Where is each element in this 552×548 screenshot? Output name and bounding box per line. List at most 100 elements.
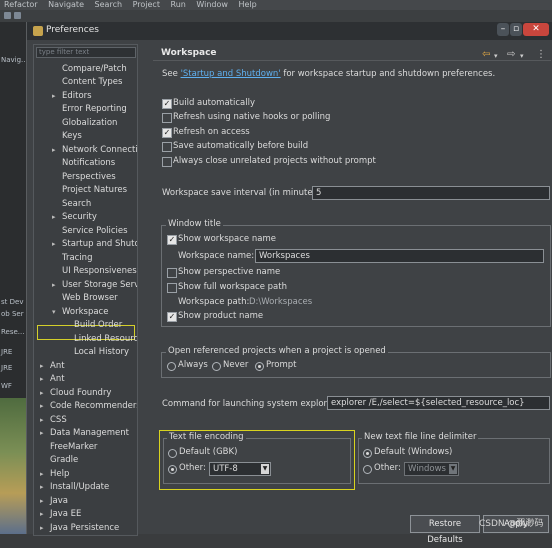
save-interval-label: Workspace save interval (in minutes):	[162, 188, 324, 198]
tree-item[interactable]: Data Management	[50, 427, 129, 440]
tree-item[interactable]: Cloud Foundry	[50, 387, 111, 400]
tree-item[interactable]: Keys	[62, 130, 82, 143]
tree-item[interactable]: Workspace	[62, 306, 108, 319]
tree-item[interactable]: UI Responsiveness	[62, 265, 137, 278]
workspace-name-input[interactable]: Workspaces	[255, 249, 544, 263]
tree-item[interactable]: Editors	[62, 90, 92, 103]
build-automatically-checkbox[interactable]: ✓	[162, 99, 172, 109]
expand-arrow-icon[interactable]: ▸	[40, 497, 44, 505]
expand-arrow-icon[interactable]: ▸	[52, 240, 56, 248]
expand-arrow-icon[interactable]: ▸	[40, 402, 44, 410]
menu-help[interactable]: Help	[238, 0, 256, 9]
expand-arrow-icon[interactable]: ▸	[40, 416, 44, 424]
preferences-dialog: Preferences – ▫ ✕ type filter text Compa…	[26, 22, 552, 545]
tree-item[interactable]: Java EE	[50, 508, 81, 521]
expand-arrow-icon[interactable]: ▸	[40, 470, 44, 478]
tree-item[interactable]: Security	[62, 211, 97, 224]
tree-item[interactable]: Java Persistence	[50, 522, 119, 535]
tree-item[interactable]: Build Order	[74, 319, 122, 332]
tree-item[interactable]: Service Policies	[62, 225, 128, 238]
back-menu-icon[interactable]: ▾	[494, 52, 498, 60]
watermark: CSDN @飘渺码	[479, 519, 544, 529]
show-full-path-checkbox[interactable]	[167, 283, 177, 293]
show-workspace-name-checkbox[interactable]: ✓	[167, 235, 177, 245]
encoding-group	[163, 438, 351, 484]
tree-item[interactable]: Install/Update	[50, 481, 109, 494]
forward-icon[interactable]: ⇨	[507, 49, 515, 60]
close-unrelated-checkbox[interactable]	[162, 157, 172, 167]
tree-item[interactable]: Search	[62, 198, 91, 211]
open-projects-legend: Open referenced projects when a project …	[166, 346, 388, 356]
encoding-select[interactable]: UTF-8 ▼	[209, 462, 271, 476]
tree-item[interactable]: Network Connectio	[62, 144, 137, 157]
tree-item[interactable]: Java	[50, 495, 68, 508]
toolbar-icon[interactable]	[14, 12, 21, 19]
tree-item[interactable]: Help	[50, 468, 69, 481]
save-before-build-checkbox[interactable]	[162, 142, 172, 152]
delimiter-select[interactable]: Windows ▼	[404, 462, 459, 476]
expand-arrow-icon[interactable]: ▸	[40, 362, 44, 370]
expand-arrow-icon[interactable]: ▸	[40, 429, 44, 437]
startup-link[interactable]: 'Startup and Shutdown'	[181, 69, 281, 79]
expand-arrow-icon[interactable]: ▸	[40, 389, 44, 397]
tree-item[interactable]: Ant	[50, 373, 65, 386]
tree-item[interactable]: Linked Resource	[74, 333, 137, 346]
other-delimiter-radio[interactable]	[363, 465, 372, 474]
menu-run[interactable]: Run	[171, 0, 186, 9]
menu-refactor[interactable]: Refactor	[4, 0, 38, 9]
refresh-native-checkbox[interactable]	[162, 113, 172, 123]
show-perspective-checkbox[interactable]	[167, 268, 177, 278]
tree-item[interactable]: Startup and Shutdo	[62, 238, 137, 251]
toolbar-icon[interactable]	[4, 12, 11, 19]
note-suffix: for workspace startup and shutdown prefe…	[280, 69, 496, 79]
menu-window[interactable]: Window	[196, 0, 228, 9]
expand-arrow-icon[interactable]: ▸	[52, 213, 56, 221]
menu-navigate[interactable]: Navigate	[48, 0, 84, 9]
show-product-name-checkbox[interactable]: ✓	[167, 312, 177, 322]
tree-item[interactable]: Compare/Patch	[62, 63, 127, 76]
tree-item[interactable]: Project Natures	[62, 184, 127, 197]
tree-item[interactable]: Tracing	[62, 252, 92, 265]
save-interval-input[interactable]: 5	[312, 186, 550, 200]
filter-input[interactable]: type filter text	[36, 47, 136, 58]
default-delimiter-radio[interactable]	[363, 449, 372, 458]
tree-item[interactable]: Gradle	[50, 454, 78, 467]
tree-item[interactable]: Content Types	[62, 76, 122, 89]
restore-defaults-button[interactable]: Restore Defaults	[410, 515, 480, 545]
always-radio[interactable]	[167, 362, 176, 371]
never-radio[interactable]	[212, 362, 221, 371]
expand-arrow-icon[interactable]: ▸	[52, 146, 56, 154]
menu-search[interactable]: Search	[95, 0, 122, 9]
view-menu-icon[interactable]: ⋮	[536, 49, 546, 60]
menu-project[interactable]: Project	[133, 0, 160, 9]
explorer-command-input[interactable]: explorer /E,/select=${selected_resource_…	[327, 396, 550, 410]
tree-item[interactable]: Ant	[50, 360, 65, 373]
back-icon[interactable]: ⇦	[482, 49, 490, 60]
expand-arrow-icon[interactable]: ▸	[40, 524, 44, 532]
expand-arrow-icon[interactable]: ▸	[40, 510, 44, 518]
tree-item[interactable]: Error Reporting	[62, 103, 127, 116]
maximize-button[interactable]: ▫	[510, 23, 522, 36]
default-encoding-radio[interactable]	[168, 449, 177, 458]
prompt-radio[interactable]	[255, 362, 264, 371]
tree-item[interactable]: Globalization	[62, 117, 117, 130]
minimize-button[interactable]: –	[497, 23, 509, 36]
close-button[interactable]: ✕	[523, 23, 549, 36]
tree-item[interactable]: User Storage Servi	[62, 279, 137, 292]
expand-arrow-icon[interactable]: ▾	[52, 308, 56, 316]
refresh-on-access-checkbox[interactable]: ✓	[162, 128, 172, 138]
expand-arrow-icon[interactable]: ▸	[52, 281, 56, 289]
tree-item[interactable]: Local History	[74, 346, 129, 359]
delimiter-value: Windows	[408, 464, 446, 474]
tree-item[interactable]: Perspectives	[62, 171, 116, 184]
expand-arrow-icon[interactable]: ▸	[40, 375, 44, 383]
tree-item[interactable]: Code Recommenders	[50, 400, 137, 413]
other-encoding-radio[interactable]	[168, 465, 177, 474]
tree-item[interactable]: Web Browser	[62, 292, 118, 305]
tree-item[interactable]: Notifications	[62, 157, 115, 170]
expand-arrow-icon[interactable]: ▸	[52, 92, 56, 100]
forward-menu-icon[interactable]: ▾	[520, 52, 524, 60]
expand-arrow-icon[interactable]: ▸	[40, 483, 44, 491]
tree-item[interactable]: CSS	[50, 414, 67, 427]
tree-item[interactable]: FreeMarker	[50, 441, 97, 454]
